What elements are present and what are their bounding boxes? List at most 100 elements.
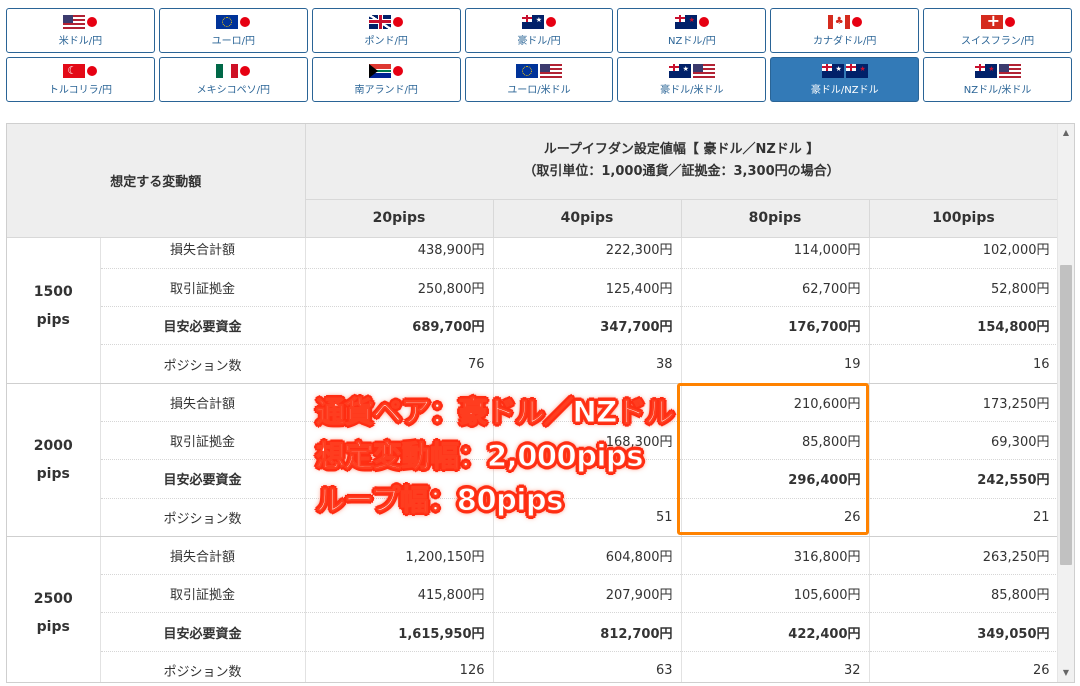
au-flag-icon: [522, 14, 544, 29]
au-flag-icon: [668, 63, 691, 78]
tab-label: ポンド/円: [364, 36, 408, 47]
table-cell: 173,250円: [869, 383, 1059, 422]
uk-flag-icon: [369, 14, 392, 29]
annotation-range: 想定変動幅：2,000pips: [316, 439, 644, 474]
range-unit: pips: [36, 465, 70, 482]
scroll-thumb[interactable]: [1060, 264, 1072, 565]
scroll-down-arrow-icon[interactable]: ▼: [1058, 666, 1074, 680]
table-row: ポジション数 76 38 19 16: [7, 344, 1059, 384]
tab-row: 米ドル/円 ユーロ/円 ポンド/円 豪ドル/円 NZドル/円 カナダドル/円 スイスフラン/…: [6, 8, 1073, 53]
tab-label: 豪ドル/NZドル: [810, 85, 879, 96]
table-cell: 105,600円: [681, 574, 870, 614]
table-row: 目安必要資金 689,700円 347,700円 176,700円 154,800円: [7, 306, 1059, 346]
table-cell: 16: [869, 344, 1059, 384]
range-unit: pips: [36, 618, 70, 635]
column-header-100pips: 100pips: [869, 199, 1059, 238]
column-header-80pips: 80pips: [681, 199, 870, 238]
ca-flag-icon: [827, 14, 850, 29]
tab-au-nz[interactable]: 豪ドル/NZドル: [770, 57, 920, 102]
tab-tr-jp-dot[interactable]: トルコリラ/円: [6, 57, 155, 102]
table-row: 目安必要資金 1,615,950円 812,700円 422,400円 349,050円: [7, 612, 1059, 652]
tab-eu-jp-dot[interactable]: ユーロ/円: [158, 8, 308, 53]
table-cell: 19: [681, 344, 870, 384]
tab-label: ユーロ/米ドル: [507, 85, 571, 96]
row-label: 目安必要資金: [100, 612, 306, 652]
au-flag-icon: [821, 63, 844, 78]
table-cell: 812,700円: [493, 612, 682, 652]
table-row: 取引証拠金 415,800円 207,900円 105,600円 85,800円: [7, 574, 1059, 614]
table-row: 取引証拠金 250,800円 125,400円 62,700円 52,800円: [7, 268, 1059, 308]
annotation-currency-pair: 通貨ペア：豪ドル／NZドル: [316, 395, 675, 430]
row-label: 目安必要資金: [100, 306, 306, 346]
tab-label: 南アランド/円: [354, 85, 418, 96]
table-cell: 126: [305, 651, 494, 682]
scroll-up-arrow-icon[interactable]: ▲: [1058, 126, 1074, 140]
table-cell: 32: [681, 651, 870, 682]
nz-flag-icon: [974, 63, 997, 78]
jp-dot-flag-icon: [546, 16, 556, 27]
range-value: 2000: [33, 437, 73, 454]
row-label: ポジション数: [100, 344, 306, 384]
flag-pair: [63, 14, 98, 29]
table-cell: 26: [869, 651, 1059, 682]
table-cell: 316,800円: [681, 536, 870, 576]
tab-au-us[interactable]: 豪ドル/米ドル: [617, 57, 767, 102]
table-cell: 21: [869, 498, 1059, 537]
table-title-line2: （取引単位：1,000通貨／証拠金：3,300円の場合）: [523, 164, 840, 180]
table-cell: 1,200,150円: [305, 536, 494, 576]
tab-label: ユーロ/円: [211, 36, 255, 47]
currency-pair-tabs: 米ドル/円 ユーロ/円 ポンド/円 豪ドル/円 NZドル/円 カナダドル/円 スイスフラン/…: [6, 8, 1073, 106]
row-label: ポジション数: [100, 498, 306, 537]
table-cell: 207,900円: [493, 574, 682, 614]
mx-flag-icon: [216, 63, 239, 78]
jp-dot-flag-icon: [698, 16, 709, 27]
flag-pair: [216, 14, 251, 29]
tab-label: NZドル/円: [668, 36, 716, 47]
jp-dot-flag-icon: [240, 16, 251, 27]
us-flag-icon: [692, 63, 715, 78]
table-cell: 26: [681, 498, 870, 537]
jp-dot-flag-icon: [851, 16, 862, 27]
za-flag-icon: [369, 63, 392, 78]
tab-eu-us[interactable]: ユーロ/米ドル: [464, 57, 614, 102]
table-cell: 347,700円: [493, 306, 682, 346]
tab-uk-jp-dot[interactable]: ポンド/円: [311, 8, 461, 53]
row-label: 損失合計額: [100, 383, 306, 422]
table-cell: 125,400円: [493, 268, 682, 308]
tab-nz-jp-dot[interactable]: NZドル/円: [617, 8, 767, 53]
tab-label: NZドル/米ドル: [963, 85, 1032, 96]
tab-ca-jp-dot[interactable]: カナダドル/円: [770, 8, 920, 53]
tab-label: トルコリラ/円: [48, 85, 113, 96]
tab-label: 米ドル/円: [58, 36, 103, 47]
nz-flag-icon: [845, 63, 868, 78]
table-cell: 85,800円: [869, 574, 1059, 614]
tab-label: 豪ドル/円: [517, 36, 561, 47]
tab-au-jp-dot[interactable]: 豪ドル/円: [464, 8, 614, 53]
row-label: 損失合計額: [100, 536, 306, 576]
flag-pair: [369, 14, 404, 29]
vertical-scrollbar[interactable]: ▲ ▼: [1057, 124, 1074, 682]
tab-ch-jp-dot[interactable]: スイスフラン/円: [923, 8, 1073, 53]
flag-pair: [216, 63, 251, 78]
ch-flag-icon: [980, 12, 1003, 30]
range-unit: pips: [36, 312, 70, 329]
table-cell: 76: [305, 344, 494, 384]
table-cell: 250,800円: [305, 268, 494, 308]
tab-us-jp-dot[interactable]: 米ドル/円: [6, 8, 155, 53]
tab-mx-jp-dot[interactable]: メキシコペソ/円: [158, 57, 308, 102]
table-cell: 154,800円: [869, 306, 1059, 346]
row-label: 目安必要資金: [100, 459, 306, 499]
column-header-20pips: 20pips: [305, 199, 494, 238]
us-flag-icon: [540, 63, 562, 78]
tab-row: トルコリラ/円 メキシコペソ/円 南アランド/円 ユーロ/米ドル 豪ドル/米ドル 豪ドル/…: [6, 57, 1073, 102]
table-header: 想定する変動額 ループイフダン設定値幅【 豪ドル／NZドル 】 （取引単位：1,…: [7, 124, 1059, 238]
us-flag-icon: [998, 63, 1021, 78]
jp-dot-flag-icon: [393, 65, 404, 76]
column-header-40pips: 40pips: [493, 199, 682, 238]
flag-pair: [674, 14, 709, 29]
table-cell: 176,700円: [681, 306, 870, 346]
table-title: ループイフダン設定値幅【 豪ドル／NZドル 】 （取引単位：1,000通貨／証拠…: [305, 124, 1059, 200]
tab-za-jp-dot[interactable]: 南アランド/円: [311, 57, 461, 102]
tab-nz-us[interactable]: NZドル/米ドル: [923, 57, 1073, 102]
tab-label: メキシコペソ/円: [196, 85, 270, 96]
